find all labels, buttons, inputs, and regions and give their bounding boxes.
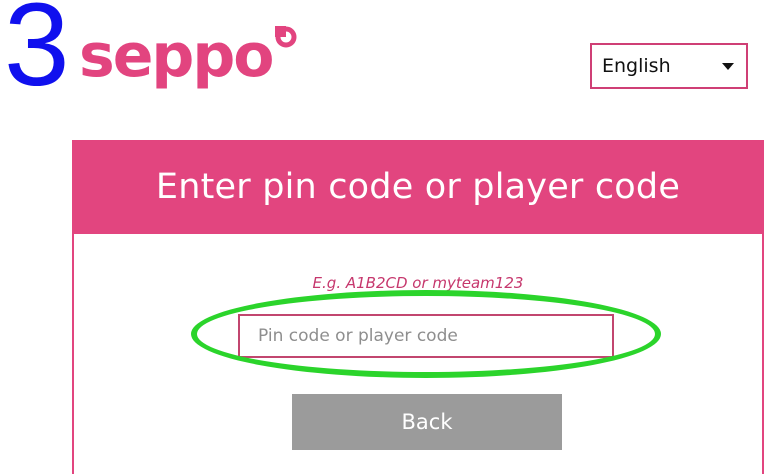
card-header: Enter pin code or player code: [72, 140, 764, 234]
seppo-logo: seppo: [79, 20, 297, 100]
caret-down-icon: [722, 62, 734, 70]
login-page: 3 seppo English Enter pin code or player…: [0, 0, 775, 474]
logo-wordmark: seppo: [79, 21, 275, 91]
language-select[interactable]: English: [590, 43, 748, 89]
logo-drop-icon: [274, 26, 297, 48]
step-number-annotation: 3: [4, 0, 70, 111]
back-button[interactable]: Back: [292, 394, 562, 450]
page-title: Enter pin code or player code: [155, 167, 681, 207]
pin-code-input[interactable]: [238, 314, 614, 358]
language-select-value: English: [602, 55, 671, 77]
code-hint: E.g. A1B2CD or myteam123: [312, 274, 524, 292]
card-body: E.g. A1B2CD or myteam123 Back: [72, 234, 764, 474]
